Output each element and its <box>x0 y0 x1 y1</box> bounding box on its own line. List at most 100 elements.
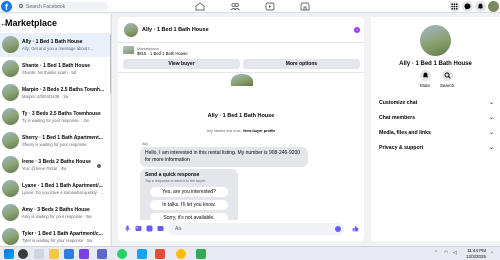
quick-reply-button[interactable]: Yes, are you interested? <box>150 187 228 197</box>
conversation-item[interactable]: Tyler · 1 Bed 1 Bath Apartment/c... Tyler… <box>0 225 110 246</box>
message-placeholder: Aa <box>175 226 182 232</box>
volume-icon[interactable]: ◁ <box>453 250 457 256</box>
details-avatar[interactable] <box>420 25 451 56</box>
photo-icon[interactable] <box>135 225 142 232</box>
unread-dot <box>97 164 101 168</box>
search-conversation-button[interactable] <box>442 70 453 81</box>
app-icon[interactable] <box>155 249 165 259</box>
conversation-thumbnail <box>2 84 19 101</box>
listing-title[interactable]: $815 · 1 Bed 1 Bath House <box>137 51 188 56</box>
conversation-item[interactable]: Irene · 3 Beds 2 Baths House You: @Irene … <box>0 153 110 177</box>
whatsapp-icon[interactable] <box>117 249 127 259</box>
conversation-title: Ally · 1 Bed 1 Bath House <box>22 39 83 45</box>
conversation-preview: You: @Irene Pintar · 4w <box>22 166 67 171</box>
search-icon[interactable] <box>18 249 28 259</box>
conversation-item[interactable]: Amy · 3 Beds 2 Baths House Amy is waiting… <box>0 201 110 225</box>
profile-avatar[interactable] <box>488 1 499 12</box>
conversation-title: Ally · 1 Bed 1 Bath House <box>207 113 275 119</box>
conversation-item[interactable]: Ty · 3 Beds 2.5 Baths Townhouse Ty is wai… <box>0 105 110 129</box>
listing-bar: Marketplace $815 · 1 Bed 1 Bath House Vi… <box>118 43 364 73</box>
conversation-preview: Sherry is waiting for your response. <box>22 142 88 147</box>
menu-grid-button[interactable] <box>449 1 460 12</box>
app-icon[interactable] <box>97 249 107 259</box>
sidebar-title: Marketplace <box>5 18 58 28</box>
conversation-title: Tyler · 1 Bed 1 Bath Apartment/c... <box>22 231 103 237</box>
privacy-support-section[interactable]: Privacy & support ⌄ <box>379 142 496 154</box>
customize-chat-section[interactable]: Customize chat ⌄ <box>379 97 496 109</box>
app-icon[interactable] <box>137 249 147 259</box>
system-clock[interactable]: 11:44 PM 12/3/2025 <box>466 248 486 260</box>
view-buyer-button[interactable]: View buyer <box>123 59 240 69</box>
search-icon <box>444 72 451 79</box>
conversation-thumbnail <box>2 132 19 149</box>
bell-icon <box>422 72 429 78</box>
chat-started-notice: Ally started this chat. View buyer profi… <box>118 129 364 133</box>
quick-reply-button[interactable]: In talks. I'll let you know. <box>150 200 228 210</box>
scrollbar-thumb[interactable] <box>110 34 111 94</box>
top-bar: f Search Facebook <box>0 0 500 13</box>
view-buyer-profile-link[interactable]: View buyer profile <box>243 129 276 133</box>
conversation-thumbnail <box>2 36 19 53</box>
file-explorer-icon[interactable] <box>49 249 59 259</box>
quick-response-title: Send a quick response <box>145 172 200 178</box>
chat-members-section[interactable]: Chat members ⌄ <box>379 112 496 124</box>
conversation-item[interactable]: Sherry · 1 Bed 1 Bath Apartment... Sherry… <box>0 129 110 153</box>
edge-icon[interactable] <box>64 249 74 259</box>
conversation-preview: Marpin: 4/5/04/2438 · 1w <box>22 94 69 99</box>
app-icon[interactable] <box>196 249 206 259</box>
store-icon[interactable] <box>79 249 89 259</box>
task-view-icon[interactable] <box>34 249 44 259</box>
marketplace-icon[interactable] <box>300 2 310 11</box>
listing-hero-image <box>231 74 253 86</box>
search-icon <box>19 4 23 8</box>
media-files-links-section[interactable]: Media, files and links ⌄ <box>379 127 496 139</box>
like-icon[interactable] <box>352 225 359 232</box>
chat-avatar[interactable] <box>124 23 138 37</box>
conversation-thumbnail <box>2 60 19 77</box>
emoji-icon[interactable] <box>335 226 341 232</box>
tray-chevron-icon[interactable]: ⌃ <box>434 250 438 256</box>
windows-start-icon[interactable] <box>4 249 14 259</box>
video-icon[interactable] <box>265 2 275 11</box>
conversation-preview: Tyler is waiting for your response · 5w <box>22 238 93 243</box>
chevron-down-icon: ⌄ <box>488 130 494 136</box>
message-input[interactable]: Aa <box>168 223 344 235</box>
friends-icon[interactable] <box>230 2 240 11</box>
conversation-preview: Lyane: Do you have a somewhat quickly · … <box>22 190 105 195</box>
chat-header: Ally · 1 Bed 1 Bath House i <box>118 17 364 43</box>
conversation-thumbnail <box>2 204 19 221</box>
search-placeholder: Search Facebook <box>26 4 66 10</box>
started-text: Ally started this chat. <box>206 129 242 133</box>
wifi-icon[interactable]: ◠ <box>444 250 448 256</box>
conversation-thumbnail <box>2 180 19 197</box>
conversation-item[interactable]: Ally · 1 Bed 1 Bath House Ally: Get and y… <box>0 33 110 57</box>
conversation-preview: Amy is waiting for your response · 5w <box>22 214 92 219</box>
grid-icon <box>451 3 458 10</box>
microphone-icon[interactable] <box>124 225 131 232</box>
conversation-title: Sherry · 1 Bed 1 Bath Apartment... <box>22 135 103 141</box>
info-icon[interactable]: i <box>354 27 360 33</box>
message-composer: Aa <box>118 220 364 240</box>
conversation-title: Lyane · 1 Bed 1 Bath Apartment/... <box>22 183 103 189</box>
listing-thumbnail[interactable] <box>123 46 134 54</box>
mute-button[interactable] <box>420 70 431 81</box>
conversation-item[interactable]: Lyane · 1 Bed 1 Bath Apartment/... Lyane:… <box>0 177 110 201</box>
notifications-button[interactable] <box>475 1 486 12</box>
chrome-icon[interactable] <box>176 249 186 259</box>
conversation-item[interactable]: Marpin · 3 Beds 2.5 Baths Townh... Marpin… <box>0 81 110 105</box>
gif-icon[interactable] <box>157 225 164 232</box>
chat-title[interactable]: Ally · 1 Bed 1 Bath House <box>142 27 209 33</box>
chevron-down-icon: ⌄ <box>488 115 494 121</box>
messenger-button[interactable] <box>462 1 473 12</box>
search-input[interactable]: Search Facebook <box>15 2 108 11</box>
section-label: Chat members <box>379 115 416 121</box>
more-options-button[interactable]: More options <box>243 59 360 69</box>
details-name: Ally · 1 Bed 1 Bath House <box>399 61 472 67</box>
home-icon[interactable] <box>195 2 205 11</box>
conversation-title: Irene · 3 Beds 2 Baths House <box>22 159 91 165</box>
facebook-logo[interactable]: f <box>1 1 12 12</box>
sticker-icon[interactable] <box>146 225 153 232</box>
notification-bell-icon[interactable]: ◔ <box>490 250 493 256</box>
conversation-thumbnail <box>2 108 19 125</box>
conversation-item[interactable]: Shante · 1 Bed 1 Bath House Shante: No th… <box>0 57 110 81</box>
